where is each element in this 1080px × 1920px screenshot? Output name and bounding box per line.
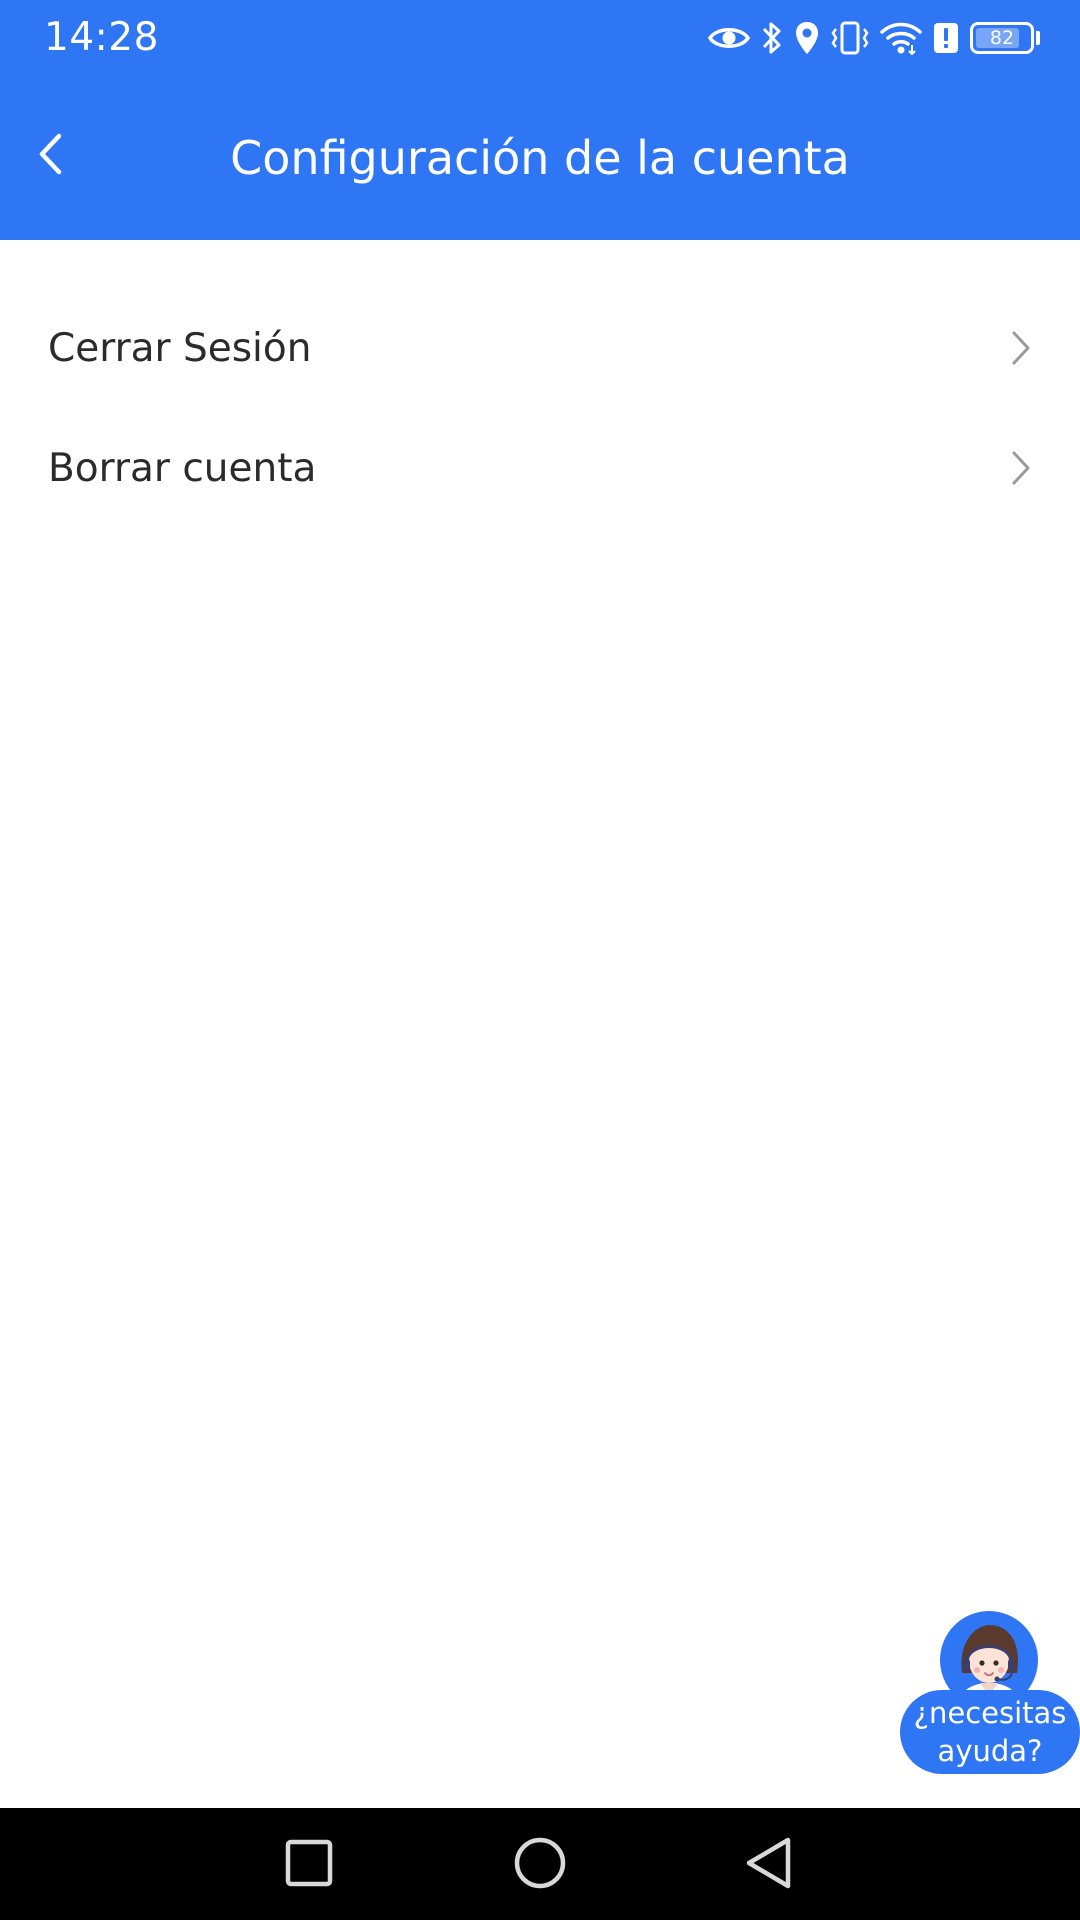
home-button[interactable] [505, 1830, 575, 1900]
menu-item-delete-account[interactable]: Borrar cuenta [0, 408, 1080, 528]
location-icon [794, 20, 820, 56]
battery-icon: 82 [970, 22, 1040, 54]
app-header: 14:28 82 Configuración de la cuenta [0, 0, 1080, 240]
battery-level: 82 [989, 26, 1015, 49]
help-text: ¿necesitas ayuda? [913, 1696, 1067, 1768]
status-icons: 82 [708, 16, 1040, 60]
bluetooth-icon [760, 20, 784, 56]
help-bubble: ¿necesitas ayuda? [900, 1690, 1080, 1774]
wifi-icon [880, 21, 922, 55]
help-button[interactable]: ¿necesitas ayuda? [900, 1608, 1080, 1776]
chevron-left-icon [35, 132, 65, 180]
chevron-right-icon [1006, 448, 1036, 488]
menu-item-label: Borrar cuenta [48, 445, 317, 491]
system-nav-bar [0, 1808, 1080, 1920]
status-time: 14:28 [44, 15, 159, 60]
circle-icon [512, 1835, 568, 1895]
alert-icon [932, 21, 960, 55]
back-button[interactable] [20, 120, 80, 192]
square-icon [284, 1838, 334, 1892]
nav-back-button[interactable] [734, 1830, 804, 1900]
recents-button[interactable] [274, 1830, 344, 1900]
menu-item-label: Cerrar Sesión [48, 325, 312, 371]
account-menu-list: Cerrar Sesión Borrar cuenta [0, 288, 1080, 528]
chevron-right-icon [1006, 328, 1036, 368]
page-title: Configuración de la cuenta [230, 131, 850, 185]
menu-item-logout[interactable]: Cerrar Sesión [0, 288, 1080, 408]
vibrate-icon [830, 20, 870, 56]
account-settings-screen: 14:28 82 Configuración de la cuenta Cerr… [0, 0, 1080, 1920]
triangle-back-icon [743, 1835, 795, 1895]
eye-icon [708, 23, 750, 53]
